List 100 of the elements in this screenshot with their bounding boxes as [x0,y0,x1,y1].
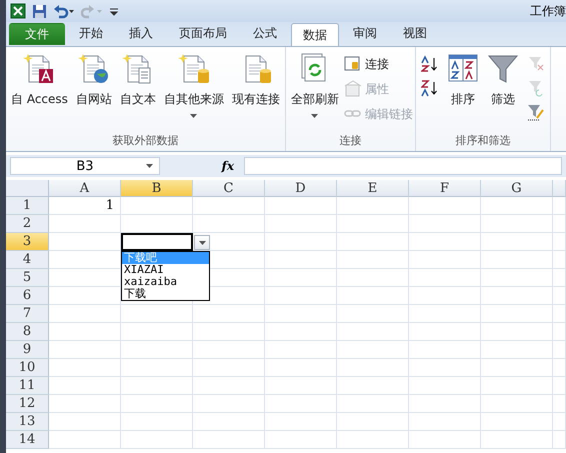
table-cell [553,431,566,449]
table-cell [409,269,481,287]
table-cell [409,341,481,359]
database-file-icon [23,53,56,85]
row-header[interactable]: 11 [6,377,49,395]
globe-file-icon [78,53,110,85]
insert-function-button[interactable]: fx [164,159,240,173]
table-cell [481,287,553,305]
table-cell [337,287,409,305]
table-cell [265,413,337,431]
ribbon-tab[interactable]: 页面布局 [167,21,239,45]
table-cell [265,395,337,413]
ribbon-button[interactable]: 现有连接 [228,49,283,133]
table-cell [337,431,409,449]
table-cell [481,413,553,431]
table-cell [49,323,121,341]
table-cell [265,341,337,359]
table-cell [121,305,193,323]
ribbon-tab[interactable]: 数据 [291,23,339,47]
ribbon-tab[interactable]: 开始 [67,21,115,45]
active-cell[interactable] [121,233,193,251]
ribbon-button[interactable]: 全部刷新 [288,49,342,133]
table-cell [265,287,337,305]
sort-descending-icon [420,79,439,97]
dropdown-button[interactable] [194,235,210,250]
table-cell [265,305,337,323]
column-header[interactable]: D [265,180,337,197]
ribbon-tab[interactable]: 公式 [241,21,289,45]
table-cell [121,323,193,341]
table-cell [553,197,566,215]
spreadsheet-app-icon[interactable] [10,3,26,19]
ribbon-button[interactable]: 筛选 [484,49,522,133]
save-icon[interactable] [32,4,47,18]
table-cell [265,251,337,269]
table-cell [409,359,481,377]
table-cell [121,197,193,215]
table-cell [409,233,481,251]
table-cell [481,395,553,413]
table-cell [49,341,121,359]
column-header[interactable]: F [409,180,481,197]
clear-filter-icon [526,55,545,73]
ribbon-button[interactable]: 自网站 [72,49,115,133]
row-header[interactable]: 7 [6,305,49,323]
group-label: 排序和筛选 [454,133,512,149]
row-header[interactable]: 2 [6,215,49,233]
ribbon-button[interactable]: 排序 [444,49,482,133]
undo-icon[interactable] [53,4,75,18]
table-cell [481,233,553,251]
table-cell [337,215,409,233]
row-header[interactable]: 13 [6,413,49,431]
table-cell [409,431,481,449]
column-header[interactable]: G [481,180,553,197]
row-header[interactable]: 6 [6,287,49,305]
table-cell [337,377,409,395]
table-cell [193,305,265,323]
name-box[interactable]: B3 [10,157,160,175]
table-cell [409,287,481,305]
connection-icon [344,55,362,73]
ribbon-icon-button[interactable] [420,55,439,73]
table-cell [553,359,566,377]
column-header[interactable]: C [193,180,265,197]
ribbon-button[interactable]: 自文本 [116,49,159,133]
table-cell [553,395,566,413]
caret-icon [198,240,206,244]
row-header[interactable]: 8 [6,323,49,341]
table-cell [553,413,566,431]
properties-icon [344,80,362,98]
caret-icon [311,114,318,118]
row-header[interactable]: 12 [6,395,49,413]
row-header[interactable]: 9 [6,341,49,359]
column-header[interactable]: A [49,180,121,197]
ribbon-button[interactable]: 自其他来源 [160,49,227,133]
formula-input[interactable] [244,157,562,175]
table-cell [193,431,265,449]
ribbon-button[interactable]: 自 Access [8,49,71,133]
table-cell [553,305,566,323]
table-cell [49,215,121,233]
table-cell [553,269,566,287]
table-cell [265,269,337,287]
table-cell [409,413,481,431]
table-cell [193,377,265,395]
ribbon-tab[interactable]: 视图 [391,21,439,45]
table-cell [265,233,337,251]
file-tab[interactable]: 文件 [9,23,65,45]
ribbon-button[interactable]: 连接 [344,53,413,75]
ribbon-icon-button[interactable] [420,79,439,97]
table-cell [193,413,265,431]
row-header[interactable]: 3 [6,233,49,251]
ribbon-tab[interactable]: 插入 [117,21,165,45]
table-cell [553,233,566,251]
ribbon-tab[interactable]: 审阅 [341,21,389,45]
table-cell [193,395,265,413]
row-header[interactable]: 10 [6,359,49,377]
row-header[interactable]: 4 [6,251,49,269]
row-header[interactable]: 5 [6,269,49,287]
column-header[interactable]: B [121,180,193,197]
row-header[interactable]: 14 [6,431,49,449]
row-header[interactable]: 1 [6,197,49,215]
table-cell [337,395,409,413]
column-header[interactable]: E [337,180,409,197]
